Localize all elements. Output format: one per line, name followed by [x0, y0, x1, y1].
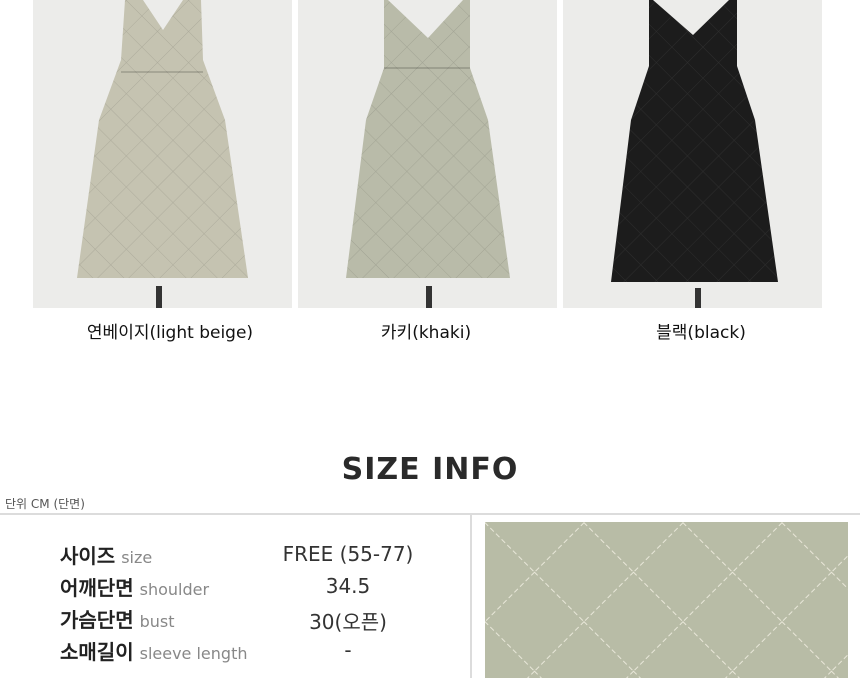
size-value: 30(오픈)	[309, 610, 387, 634]
size-row: 어깨단면 shoulder 34.5	[60, 572, 450, 604]
size-row: 사이즈 size FREE (55-77)	[60, 540, 450, 572]
size-label-en: sleeve length	[139, 644, 248, 663]
size-label-ko: 가슴단면	[60, 608, 134, 632]
dress-illustration	[77, 0, 248, 308]
unit-note: 단위 CM (단면)	[5, 497, 85, 511]
quilt-pattern	[485, 522, 848, 678]
size-label-en: bust	[139, 612, 175, 631]
divider	[0, 513, 860, 515]
fabric-detail-photo	[485, 522, 848, 678]
product-photo-black[interactable]	[563, 0, 822, 308]
size-row: 소매길이 sleeve length -	[60, 636, 450, 668]
size-info-title: SIZE INFO	[341, 452, 519, 487]
size-label-ko: 소매길이	[60, 640, 134, 664]
size-value: 34.5	[325, 574, 371, 598]
vertical-divider	[470, 515, 472, 678]
size-label-ko: 사이즈	[60, 544, 116, 568]
product-photo-light-beige[interactable]	[33, 0, 292, 308]
product-photo-khaki[interactable]	[298, 0, 557, 308]
size-label-en: size	[121, 548, 153, 567]
size-table: 사이즈 size FREE (55-77) 어깨단면 shoulder 34.5 가…	[60, 540, 450, 668]
dress-illustration	[346, 0, 510, 308]
caption-light-beige: 연베이지(light beige)	[86, 323, 254, 343]
size-label-en: shoulder	[139, 580, 210, 599]
size-value: FREE (55-77)	[282, 542, 414, 566]
caption-black: 블랙(black)	[656, 323, 746, 343]
size-label-ko: 어깨단면	[60, 576, 134, 600]
dress-illustration	[611, 0, 778, 308]
size-value: -	[344, 638, 352, 662]
caption-khaki: 카키(khaki)	[380, 323, 472, 343]
size-row: 가슴단면 bust 30(오픈)	[60, 604, 450, 636]
